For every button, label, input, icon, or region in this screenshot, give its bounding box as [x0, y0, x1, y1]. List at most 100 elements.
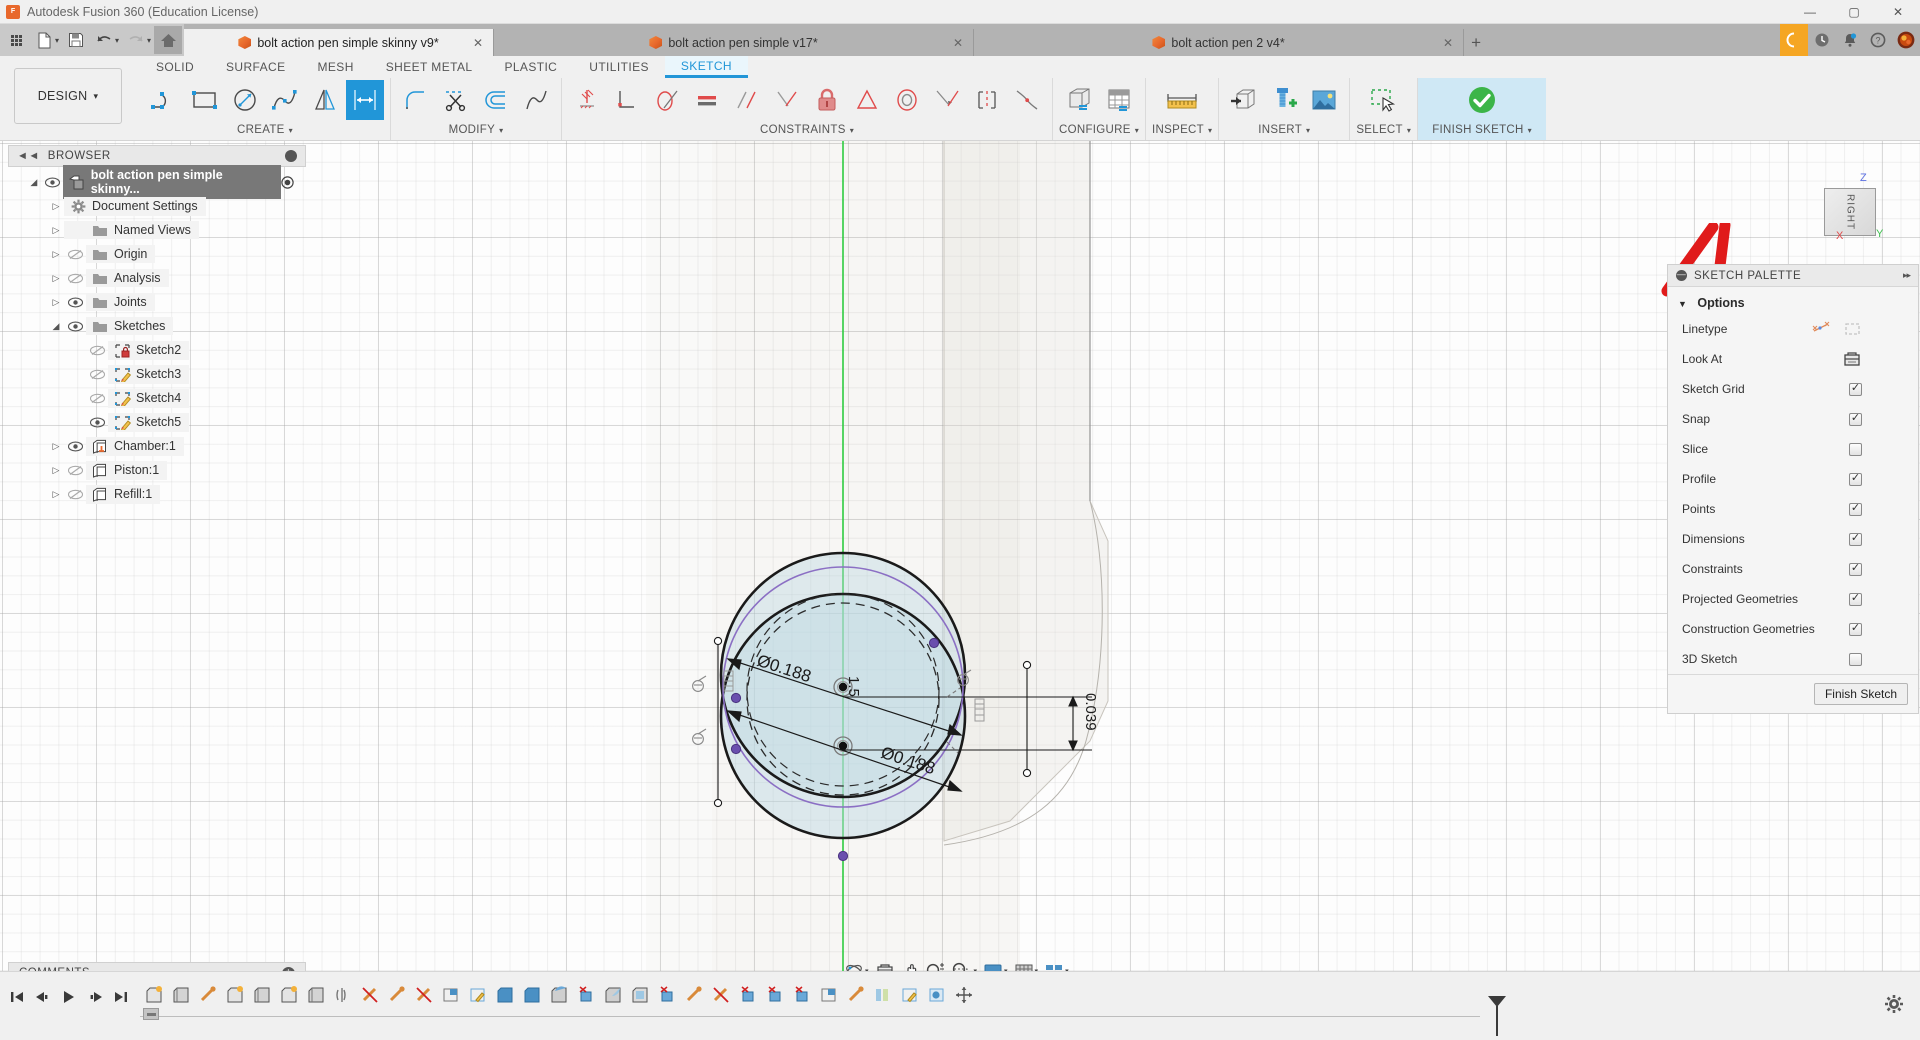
maximize-button[interactable]: ▢ [1832, 0, 1876, 24]
recent-activity-icon[interactable] [1808, 24, 1836, 56]
slice-checkbox[interactable] [1849, 442, 1862, 456]
tree-item-origin[interactable]: ▷ Origin [8, 242, 306, 266]
workspace-selector[interactable]: DESIGN ▾ [14, 68, 122, 124]
expand-arrow-closed[interactable]: ▷ [48, 201, 64, 212]
timeline-item-sketch[interactable] [140, 980, 167, 1010]
expand-arrow-open[interactable]: ◢ [48, 321, 64, 332]
look-at-button[interactable] [1842, 350, 1862, 368]
notifications-bell-icon[interactable] [1836, 24, 1864, 56]
timeline-item-cut[interactable] [653, 980, 680, 1010]
palette-expand-icon[interactable]: ▸▸ [1903, 270, 1911, 281]
activate-component-radio[interactable] [281, 175, 294, 189]
tree-item-analysis[interactable]: ▷ Analysis [8, 266, 306, 290]
timeline-item-joint-suppressed[interactable] [410, 980, 437, 1010]
sketch-palette[interactable]: — SKETCH PALETTE ▸▸ ▼ Options Linetype L… [1667, 264, 1919, 714]
save-icon[interactable] [62, 26, 90, 54]
expand-arrow-closed[interactable]: ▷ [48, 273, 64, 284]
tab-sheet-metal[interactable]: SHEET METAL [370, 56, 489, 78]
linetype-normal-icon[interactable] [1812, 321, 1830, 337]
tab-utilities[interactable]: UTILITIES [573, 56, 665, 78]
panel-inspect-caret[interactable]: ▾ [1208, 126, 1212, 135]
visibility-eye-icon[interactable] [86, 417, 108, 428]
timeline-item-mirror[interactable] [329, 980, 356, 1010]
profile-checkbox[interactable] [1849, 472, 1862, 486]
zoom-icon[interactable] [923, 959, 947, 971]
display-settings-icon[interactable]: ▾ [981, 959, 1010, 971]
expand-arrow-closed[interactable]: ▷ [48, 225, 64, 236]
3d-sketch-checkbox[interactable] [1849, 652, 1862, 666]
trim-scissors-icon[interactable] [437, 80, 475, 120]
timeline-item-pattern[interactable] [869, 980, 896, 1010]
panel-finish-sketch[interactable]: FINISH SKETCH ▾ [1417, 78, 1546, 140]
timeline-item-shell[interactable] [626, 980, 653, 1010]
visibility-eye-hidden-icon[interactable] [64, 273, 86, 284]
tab-solid[interactable]: SOLID [140, 56, 210, 78]
palette-options-section[interactable]: ▼ Options [1668, 287, 1918, 314]
new-tab-button[interactable]: + [1464, 29, 1489, 56]
visibility-eye-icon[interactable] [64, 297, 86, 308]
constraints-checkbox[interactable] [1849, 562, 1862, 576]
equal-constraint-icon[interactable] [688, 80, 726, 120]
visibility-eye-icon[interactable] [64, 321, 86, 332]
home-icon[interactable] [154, 26, 183, 54]
timeline-item-joint[interactable] [842, 980, 869, 1010]
panel-select-caret[interactable]: ▾ [1407, 126, 1411, 135]
tab-surface[interactable]: SURFACE [210, 56, 301, 78]
browser-collapse-icon[interactable]: ◄◄ [17, 150, 40, 162]
linetype-construction-icon[interactable] [1844, 321, 1862, 337]
timeline-item-joint[interactable] [680, 980, 707, 1010]
offset-tool-icon[interactable] [477, 80, 515, 120]
user-avatar[interactable] [1892, 24, 1920, 56]
midpoint-constraint-icon[interactable] [848, 80, 886, 120]
dimension-vertical-1-5[interactable]: 1.5 [845, 676, 862, 697]
rectangle-tool-icon[interactable] [186, 80, 224, 120]
tree-item-joints[interactable]: ▷ Joints [8, 290, 306, 314]
dimension-offset-0-039[interactable]: 0.039 [1082, 693, 1099, 731]
timeline-item-cut[interactable] [734, 980, 761, 1010]
concentric-constraint-icon[interactable] [888, 80, 926, 120]
parallel-constraint-icon[interactable] [728, 80, 766, 120]
panel-finish-sketch-caret[interactable]: ▾ [1528, 126, 1532, 135]
timeline-item-extrude-blue[interactable] [491, 980, 518, 1010]
insert-derive-icon[interactable] [1225, 80, 1263, 120]
tree-item-sketch2[interactable]: Sketch2 [8, 338, 306, 362]
new-file-icon[interactable] [30, 26, 58, 54]
visibility-eye-hidden-icon[interactable] [64, 489, 86, 500]
play-icon[interactable] [58, 986, 80, 1008]
timeline-track[interactable] [140, 1016, 1480, 1017]
tree-item-sketch5[interactable]: Sketch5 [8, 410, 306, 434]
line-tool-icon[interactable] [146, 80, 184, 120]
timeline-item-joint[interactable] [194, 980, 221, 1010]
fillet-tool-icon[interactable] [397, 80, 435, 120]
timeline-item-component[interactable] [923, 980, 950, 1010]
timeline-item-cut[interactable] [572, 980, 599, 1010]
mirror-tool-icon[interactable] [306, 80, 344, 120]
zoom-window-icon[interactable]: ▾ [949, 959, 980, 971]
panel-modify-caret[interactable]: ▾ [499, 126, 503, 135]
tree-item-refill[interactable]: ▷ Refill:1 [8, 482, 306, 506]
new-file-caret[interactable]: ▾ [55, 36, 59, 45]
visibility-eye-hidden-icon[interactable] [86, 393, 108, 404]
minimize-button[interactable]: — [1788, 0, 1832, 24]
document-tab-0[interactable]: bolt action pen simple skinny v9* ✕ [184, 29, 495, 56]
tree-item-chamber[interactable]: ▷ Chamber:1 [8, 434, 306, 458]
document-tab-1[interactable]: bolt action pen simple v17* ✕ [494, 29, 975, 56]
visibility-eye-hidden-icon[interactable] [64, 465, 86, 476]
job-status-icon[interactable] [1780, 24, 1808, 56]
panel-insert-caret[interactable]: ▾ [1306, 126, 1310, 135]
timeline-item-move[interactable] [950, 980, 977, 1010]
timeline-item-joint-suppressed[interactable] [707, 980, 734, 1010]
finish-sketch-check-icon[interactable] [1460, 80, 1504, 120]
visibility-eye-icon[interactable] [42, 177, 64, 188]
collinear-constraint-icon[interactable] [608, 80, 646, 120]
document-tab-close[interactable]: ✕ [953, 36, 963, 50]
curvature-constraint-icon[interactable] [928, 80, 966, 120]
snap-checkbox[interactable] [1849, 412, 1862, 426]
timeline-item-cut[interactable] [788, 980, 815, 1010]
timeline-settings-gear-icon[interactable] [1884, 994, 1904, 1014]
expand-arrow-closed[interactable]: ▷ [48, 441, 64, 452]
undo-icon[interactable] [90, 26, 118, 54]
pan-icon[interactable] [899, 959, 921, 971]
timeline-item-cut[interactable] [761, 980, 788, 1010]
palette-minimize-icon[interactable]: — [1676, 270, 1687, 281]
